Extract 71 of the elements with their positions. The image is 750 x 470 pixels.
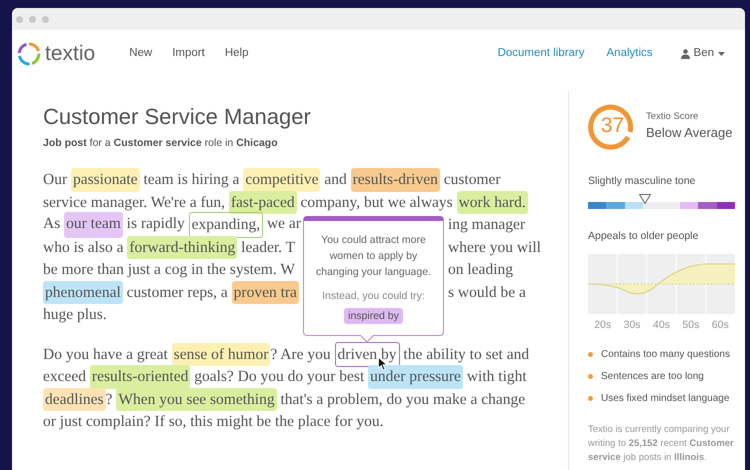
body-text: exceed: [43, 367, 88, 388]
score-label: Textio Score: [646, 110, 700, 124]
axis-label: 60s: [712, 318, 729, 332]
body-text: where you will: [448, 238, 541, 258]
logo-icon: [17, 42, 41, 66]
age-label: Appeals to older people: [588, 228, 700, 244]
axis-label: 50s: [682, 318, 700, 332]
nav-link[interactable]: Import: [172, 45, 205, 63]
body-text: Do you have a great: [43, 344, 169, 365]
nav-link[interactable]: Help: [224, 45, 248, 63]
highlighted-phrase[interactable]: competitive: [243, 168, 320, 192]
axis-label: 40s: [653, 318, 670, 332]
body-text: customer reps, a: [126, 282, 229, 303]
body-text: ?: [106, 390, 114, 410]
nav-link[interactable]: New: [129, 45, 152, 63]
body-text: or just complain? If so, this might be the place for you.: [43, 412, 384, 432]
body-text: who is also a: [43, 238, 125, 258]
user-menu[interactable]: Ben: [680, 45, 725, 63]
body-text: s would be a: [448, 282, 526, 303]
caret-icon: [718, 52, 725, 56]
nav-link[interactable]: Document library: [498, 45, 584, 63]
body-text: leader. T: [240, 238, 296, 258]
brand-name: textio: [45, 42, 96, 66]
highlighted-phrase[interactable]: When you see something: [116, 388, 277, 412]
axis-label: 30s: [624, 318, 641, 332]
suggestion-message: You could attract more women to apply by changing your language.: [314, 232, 432, 280]
highlighted-phrase[interactable]: fast-paced: [228, 190, 297, 214]
alternative-chip[interactable]: inspired by: [344, 308, 403, 324]
highlighted-phrase[interactable]: results-oriented: [90, 365, 190, 389]
highlighted-phrase[interactable]: under pressure: [368, 365, 463, 389]
tone-label: Slightly masculine tone: [588, 174, 696, 189]
issue-text: Contains too many questions: [601, 348, 730, 362]
nav-link[interactable]: Analytics: [606, 45, 653, 63]
body-text: huge plus.: [43, 305, 107, 326]
highlighted-phrase[interactable]: forward-thinking: [127, 236, 238, 260]
user-icon: [680, 49, 690, 59]
body-text: customer: [442, 170, 501, 190]
document-subtitle: Job post for a Customer service role in Chicago: [43, 136, 279, 151]
highlighted-phrase[interactable]: work hard.: [456, 190, 528, 214]
highlighted-phrase[interactable]: passionate: [70, 168, 140, 192]
highlighted-phrase[interactable]: proven tra: [232, 280, 299, 304]
body-text: is rapidly: [126, 214, 186, 234]
body-text: goals? Do you do your best: [193, 367, 366, 388]
document-title: Customer Service Manager: [43, 104, 312, 130]
body-text: team is hiring a: [142, 170, 240, 190]
body-text: be more than just a cog in the system. W: [43, 260, 295, 280]
body-text: As: [43, 214, 62, 234]
body-text: service manager. We're a fun,: [43, 192, 226, 213]
axis-label: 20s: [594, 318, 612, 332]
body-text: ing manager: [448, 215, 526, 236]
suggestion-prompt: Instead, you could try:: [322, 288, 425, 304]
score-value: 37: [600, 112, 626, 139]
issue-text: Uses fixed mindset language: [601, 392, 730, 406]
highlighted-phrase[interactable]: phenomenal: [43, 280, 123, 304]
body-text: the ability to set and: [402, 344, 530, 365]
highlighted-phrase[interactable]: our team: [64, 212, 123, 238]
comparison-note: Textio is currently comparing your writing to 25,152 recent Customer service job posts in Illinois.: [588, 423, 735, 466]
tone-marker: [639, 194, 651, 204]
body-text: company, but we always: [299, 192, 454, 213]
score-rating: Below Average: [646, 124, 732, 141]
body-text: Our: [43, 170, 68, 190]
highlighted-phrase[interactable]: results-driven: [350, 168, 440, 192]
body-text: and: [323, 170, 348, 190]
highlighted-phrase[interactable]: deadlines: [43, 388, 106, 412]
body-text: we ar: [266, 214, 301, 234]
body-text: on leading: [448, 260, 513, 280]
body-text: that's a problem, do you make a change: [279, 390, 526, 410]
highlighted-phrase[interactable]: sense of humor: [172, 342, 270, 366]
body-text: with tight: [466, 367, 527, 388]
issue-text: Sentences are too long: [601, 370, 704, 384]
body-text: ? Are you: [270, 344, 332, 365]
